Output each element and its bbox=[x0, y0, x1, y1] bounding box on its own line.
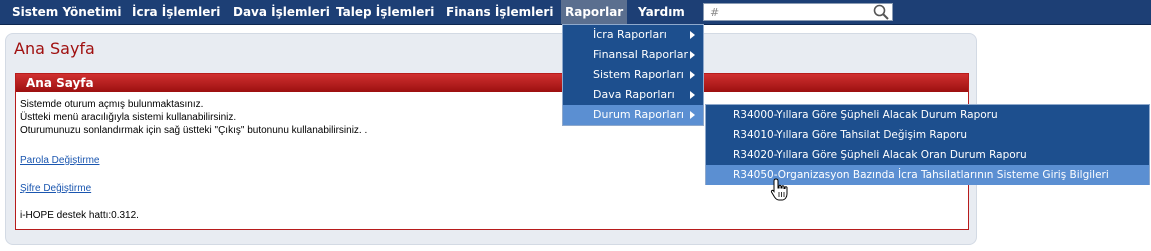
menu-item-label: Sistem Raporları bbox=[593, 68, 684, 81]
nav-item-finance[interactable]: Finans İşlemleri bbox=[446, 0, 553, 24]
password-change-link[interactable]: Parola Değiştirme bbox=[20, 155, 99, 166]
submenu-item-r34000[interactable]: R34000-Yıllara Göre Şüpheli Alacak Durum… bbox=[706, 105, 1149, 125]
search-box bbox=[703, 3, 893, 21]
session-info-text: Sistemde oturum açmış bulunmaktasınız. bbox=[20, 99, 204, 110]
nav-item-help[interactable]: Yardım bbox=[638, 0, 685, 24]
nav-item-requests[interactable]: Talep İşlemleri bbox=[336, 0, 434, 24]
submenu-item-r34010[interactable]: R34010-Yıllara Göre Tahsilat Değişim Rap… bbox=[706, 125, 1149, 145]
nav-item-enforcement[interactable]: İcra İşlemleri bbox=[132, 0, 220, 24]
chevron-right-icon bbox=[690, 111, 695, 119]
top-nav-bar: Sistem Yönetimi İcra İşlemleri Dava İşle… bbox=[0, 0, 1151, 25]
chevron-right-icon bbox=[690, 31, 695, 39]
menu-item-label: Durum Raporları bbox=[593, 108, 684, 121]
menu-item-system-reports[interactable]: Sistem Raporları bbox=[563, 65, 703, 85]
search-icon[interactable] bbox=[872, 4, 890, 20]
logout-info-text: Oturumunuzu sonlandırmak için sağ üsttek… bbox=[20, 125, 368, 136]
chevron-right-icon bbox=[690, 91, 695, 99]
menu-item-label: İcra Raporları bbox=[593, 28, 667, 41]
nav-item-reports[interactable]: Raporlar bbox=[561, 0, 628, 24]
menu-item-status-reports[interactable]: Durum Raporları bbox=[563, 105, 703, 125]
menu-item-label: Finansal Raporlar bbox=[593, 48, 688, 61]
menu-usage-text: Üstteki menü aracılığıyla sistemi kullan… bbox=[20, 112, 237, 123]
page-title: Ana Sayfa bbox=[14, 39, 95, 58]
chevron-right-icon bbox=[690, 71, 695, 79]
nav-item-system-management[interactable]: Sistem Yönetimi bbox=[12, 0, 121, 24]
nav-item-lawsuits[interactable]: Dava İşlemleri bbox=[233, 0, 330, 24]
home-panel-title: Ana Sayfa bbox=[26, 76, 94, 90]
menu-item-enforcement-reports[interactable]: İcra Raporları bbox=[563, 25, 703, 45]
support-line-text: i-HOPE destek hattı:0.312. bbox=[20, 210, 139, 221]
menu-item-lawsuit-reports[interactable]: Dava Raporları bbox=[563, 85, 703, 105]
hand-pointer-icon bbox=[770, 178, 788, 201]
chevron-right-icon bbox=[690, 51, 695, 59]
cipher-change-link[interactable]: Şifre Değiştirme bbox=[20, 183, 91, 194]
submenu-item-r34020[interactable]: R34020-Yıllara Göre Şüpheli Alacak Oran … bbox=[706, 145, 1149, 165]
search-input[interactable] bbox=[710, 4, 870, 20]
menu-item-label: Dava Raporları bbox=[593, 88, 675, 101]
home-panel-header: Ana Sayfa bbox=[16, 74, 968, 92]
menu-item-financial-reports[interactable]: Finansal Raporlar bbox=[563, 45, 703, 65]
reports-dropdown-menu: İcra Raporları Finansal Raporlar Sistem … bbox=[562, 24, 704, 126]
status-reports-submenu: R34000-Yıllara Göre Şüpheli Alacak Durum… bbox=[705, 104, 1150, 185]
